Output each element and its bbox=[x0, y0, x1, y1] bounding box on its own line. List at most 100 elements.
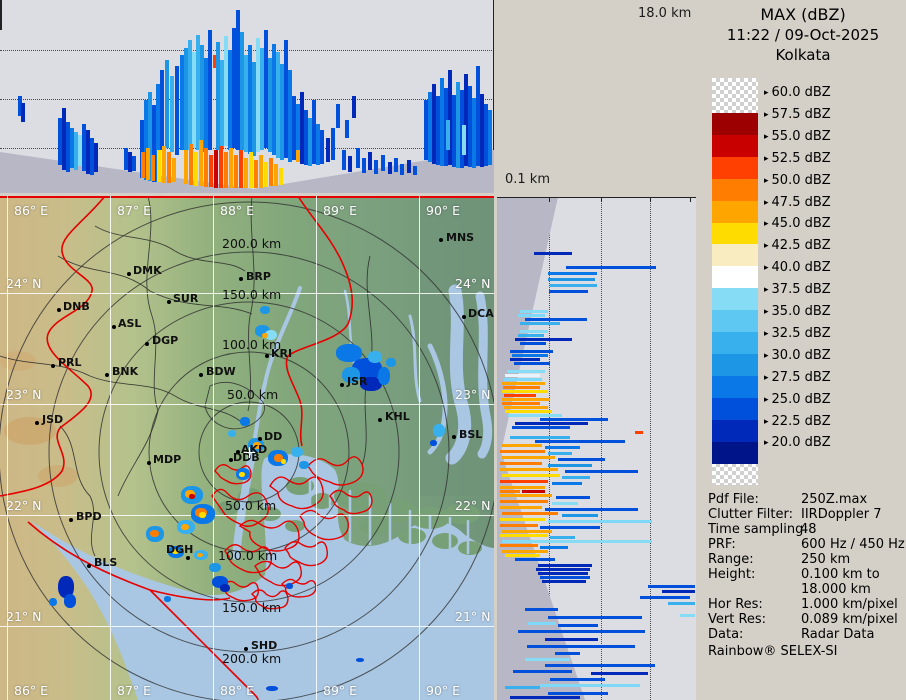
legend-color-band bbox=[712, 156, 758, 179]
right-profile-panel bbox=[497, 197, 696, 700]
legend-color-band bbox=[712, 310, 758, 333]
profile-bar bbox=[500, 462, 542, 465]
city-label: JSR bbox=[347, 375, 368, 388]
legend-entry: ▸ 40.0 dBZ bbox=[764, 260, 831, 275]
storm-echo bbox=[430, 440, 437, 446]
product-datetime: 11:22 / 09-Oct-2025 bbox=[726, 26, 880, 44]
profile-bar bbox=[558, 458, 605, 461]
profile-bar bbox=[146, 148, 150, 180]
storm-echo bbox=[181, 524, 189, 530]
legend-arrow-icon: ▸ bbox=[764, 307, 769, 317]
city-dot bbox=[51, 364, 55, 368]
info-label: Time sampling: bbox=[708, 522, 808, 537]
profile-bar bbox=[525, 318, 587, 321]
storm-echo bbox=[356, 658, 364, 662]
legend-arrow-icon: ▸ bbox=[764, 328, 769, 339]
storm-echo bbox=[266, 686, 278, 691]
city-label: BRP bbox=[246, 270, 271, 283]
lat-line bbox=[0, 626, 494, 627]
profile-bar bbox=[488, 110, 492, 165]
city-label: DGP bbox=[152, 334, 179, 347]
legend-arrow-icon: ▸ bbox=[764, 394, 769, 405]
legend-value: 52.5 dBZ bbox=[771, 150, 831, 166]
city-dot bbox=[35, 421, 39, 425]
legend-value: 35.0 dBZ bbox=[771, 304, 831, 319]
city-dot bbox=[439, 238, 443, 242]
legend-value: 32.5 dBZ bbox=[771, 325, 831, 341]
profile-bar bbox=[462, 125, 466, 155]
profile-bar bbox=[540, 418, 608, 421]
ring-distance-label: 150.0 km bbox=[222, 600, 282, 615]
profile-bar bbox=[505, 410, 552, 413]
legend-color-band bbox=[712, 419, 758, 442]
profile-bar bbox=[565, 470, 638, 473]
profile-bar bbox=[320, 130, 324, 164]
storm-echo bbox=[164, 596, 171, 602]
profile-bar bbox=[162, 146, 166, 183]
profile-bar bbox=[502, 530, 552, 533]
profile-bar bbox=[522, 490, 545, 493]
ring-distance-label: 200.0 km bbox=[222, 236, 282, 251]
profile-bar bbox=[374, 160, 378, 174]
profile-bar bbox=[566, 266, 656, 269]
profile-bar bbox=[500, 544, 538, 547]
legend-entry: ▸ 25.0 dBZ bbox=[764, 392, 831, 407]
profile-bar bbox=[548, 278, 595, 281]
info-label: Clutter Filter: bbox=[708, 507, 793, 522]
profile-bar bbox=[184, 150, 188, 184]
city-dot bbox=[145, 342, 149, 346]
profile-bar bbox=[510, 696, 580, 699]
profile-bar bbox=[500, 534, 548, 537]
legend-color-band bbox=[712, 222, 758, 245]
profile-bar bbox=[548, 692, 608, 695]
lat-line bbox=[0, 515, 494, 516]
legend-arrow-icon: ▸ bbox=[764, 241, 769, 252]
profile-bar bbox=[500, 450, 545, 453]
profile-bar bbox=[356, 148, 360, 168]
lon-label-bottom: 89° E bbox=[323, 683, 358, 698]
lon-line bbox=[7, 196, 8, 700]
legend-value: 57.5 dBZ bbox=[771, 106, 831, 122]
profile-bar bbox=[507, 370, 545, 373]
profile-bar bbox=[555, 652, 580, 655]
profile-bar bbox=[500, 506, 542, 509]
city-dot bbox=[127, 272, 131, 276]
right-profile-bars bbox=[497, 197, 696, 700]
city-label: BNK bbox=[112, 365, 139, 378]
legend-color-band bbox=[712, 113, 758, 135]
profile-bar bbox=[520, 322, 560, 325]
profile-bar bbox=[534, 252, 572, 255]
legend-value: 50.0 dBZ bbox=[771, 172, 831, 188]
lat-label-left: 24° N bbox=[6, 276, 42, 291]
legend-value: 60.0 dBZ bbox=[771, 85, 831, 100]
profile-bar bbox=[538, 564, 592, 567]
profile-bar bbox=[545, 638, 598, 641]
profile-bar bbox=[229, 148, 233, 188]
profile-bar bbox=[388, 162, 392, 174]
storm-echo bbox=[199, 512, 206, 518]
legend-value: 37.5 dBZ bbox=[771, 282, 831, 298]
profile-bar bbox=[204, 148, 208, 187]
profile-bar bbox=[502, 382, 545, 385]
profile-bar bbox=[540, 576, 590, 579]
profile-bar bbox=[510, 350, 553, 353]
storm-echo bbox=[291, 447, 303, 457]
profile-bar bbox=[556, 496, 590, 499]
profile-bar bbox=[504, 394, 536, 397]
profile-bar bbox=[194, 152, 198, 186]
legend-value: 22.5 dBZ bbox=[771, 413, 831, 429]
product-header: MAX (dBZ) 11:22 / 09-Oct-2025 Kolkata bbox=[700, 4, 906, 65]
profile-bar bbox=[640, 596, 690, 599]
profile-bar bbox=[504, 406, 548, 409]
profile-bar bbox=[500, 480, 548, 483]
city-dot bbox=[167, 300, 171, 304]
info-label: PRF: bbox=[708, 537, 736, 552]
profile-bar bbox=[172, 158, 176, 182]
profile-bar bbox=[224, 152, 228, 188]
ring-distance-label: 100.0 km bbox=[218, 548, 278, 563]
legend-entry: ▸ 57.5 dBZ bbox=[764, 107, 831, 122]
lon-label-top: 89° E bbox=[323, 203, 358, 218]
legend-entry: ▸ 27.5 dBZ bbox=[764, 370, 831, 385]
profile-bar bbox=[254, 160, 258, 188]
city-label: KHL bbox=[385, 410, 410, 423]
